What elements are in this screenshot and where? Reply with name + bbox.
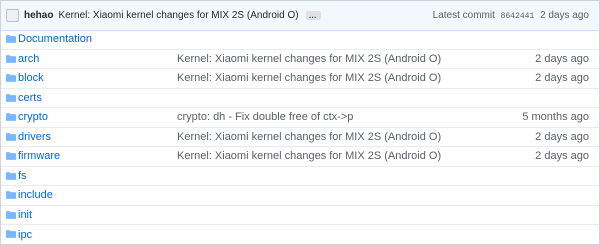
table-row: Documentation bbox=[1, 30, 599, 50]
file-name-link[interactable]: ipc bbox=[18, 229, 32, 241]
table-row: crypto crypto: dh - Fix double free of ct… bbox=[1, 108, 599, 128]
table-row: arch Kernel: Xiaomi kernel changes for MI… bbox=[1, 50, 599, 69]
folder-icon bbox=[6, 230, 16, 238]
file-name-link[interactable]: certs bbox=[18, 92, 42, 104]
folder-icon bbox=[6, 74, 16, 82]
file-name-link[interactable]: init bbox=[18, 209, 32, 221]
file-browser: hehao Kernel: Xiaomi kernel changes for … bbox=[0, 0, 600, 245]
table-row: drivers Kernel: Xiaomi kernel changes for… bbox=[1, 128, 599, 147]
file-name-link[interactable]: Documentation bbox=[18, 33, 92, 45]
table-row: init bbox=[1, 206, 599, 225]
file-commit-message[interactable]: Kernel: Xiaomi kernel changes for MIX 2S… bbox=[177, 131, 441, 143]
table-row: fs bbox=[1, 167, 599, 186]
commit-age: 2 days ago bbox=[540, 10, 589, 21]
folder-icon bbox=[6, 171, 16, 180]
commit-message[interactable]: Kernel: Xiaomi kernel changes for MIX 2S… bbox=[58, 10, 298, 21]
table-row: block Kernel: Xiaomi kernel changes for M… bbox=[1, 69, 599, 89]
file-commit-age: 2 days ago bbox=[535, 72, 589, 85]
table-row: certs bbox=[1, 89, 599, 108]
file-commit-message[interactable]: crypto: dh - Fix double free of ctx->p bbox=[177, 111, 353, 123]
table-row: include bbox=[1, 186, 599, 206]
file-commit-age: 5 months ago bbox=[522, 111, 589, 124]
file-name-link[interactable]: drivers bbox=[18, 131, 51, 143]
file-name-link[interactable]: firmware bbox=[18, 150, 60, 162]
file-name-link[interactable]: arch bbox=[18, 53, 39, 65]
file-commit-message[interactable]: Kernel: Xiaomi kernel changes for MIX 2S… bbox=[177, 72, 441, 84]
folder-icon bbox=[6, 113, 16, 121]
table-row: firmware Kernel: Xiaomi kernel changes fo… bbox=[1, 147, 599, 167]
table-row: ipc bbox=[1, 225, 599, 244]
folder-icon bbox=[6, 35, 16, 43]
folder-icon bbox=[6, 191, 16, 199]
file-name-link[interactable]: fs bbox=[18, 170, 27, 182]
file-commit-message[interactable]: Kernel: Xiaomi kernel changes for MIX 2S… bbox=[177, 150, 441, 162]
folder-icon bbox=[6, 152, 16, 160]
file-commit-age: 2 days ago bbox=[535, 150, 589, 163]
latest-commit-info: Latest commit 8642441 2 days ago bbox=[433, 10, 589, 21]
folder-icon bbox=[6, 54, 16, 63]
commit-author[interactable]: hehao bbox=[24, 10, 53, 21]
commit-sha-link[interactable]: 8642441 bbox=[501, 12, 535, 21]
folder-icon bbox=[6, 210, 16, 219]
file-commit-message[interactable]: Kernel: Xiaomi kernel changes for MIX 2S… bbox=[177, 53, 441, 65]
file-name-link[interactable]: include bbox=[18, 189, 53, 201]
file-commit-age: 2 days ago bbox=[535, 130, 589, 143]
latest-commit-bar: hehao Kernel: Xiaomi kernel changes for … bbox=[1, 1, 599, 31]
file-list: Documentation arch Kernel: Xiaomi kernel c… bbox=[1, 30, 599, 244]
file-commit-age: 2 days ago bbox=[535, 52, 589, 65]
folder-icon bbox=[6, 93, 16, 102]
latest-commit-label: Latest commit bbox=[432, 10, 495, 21]
folder-icon bbox=[6, 132, 16, 141]
expand-commit-button[interactable]: … bbox=[305, 11, 321, 20]
file-name-link[interactable]: block bbox=[18, 72, 44, 84]
file-name-link[interactable]: crypto bbox=[18, 111, 48, 123]
avatar[interactable] bbox=[6, 9, 19, 22]
